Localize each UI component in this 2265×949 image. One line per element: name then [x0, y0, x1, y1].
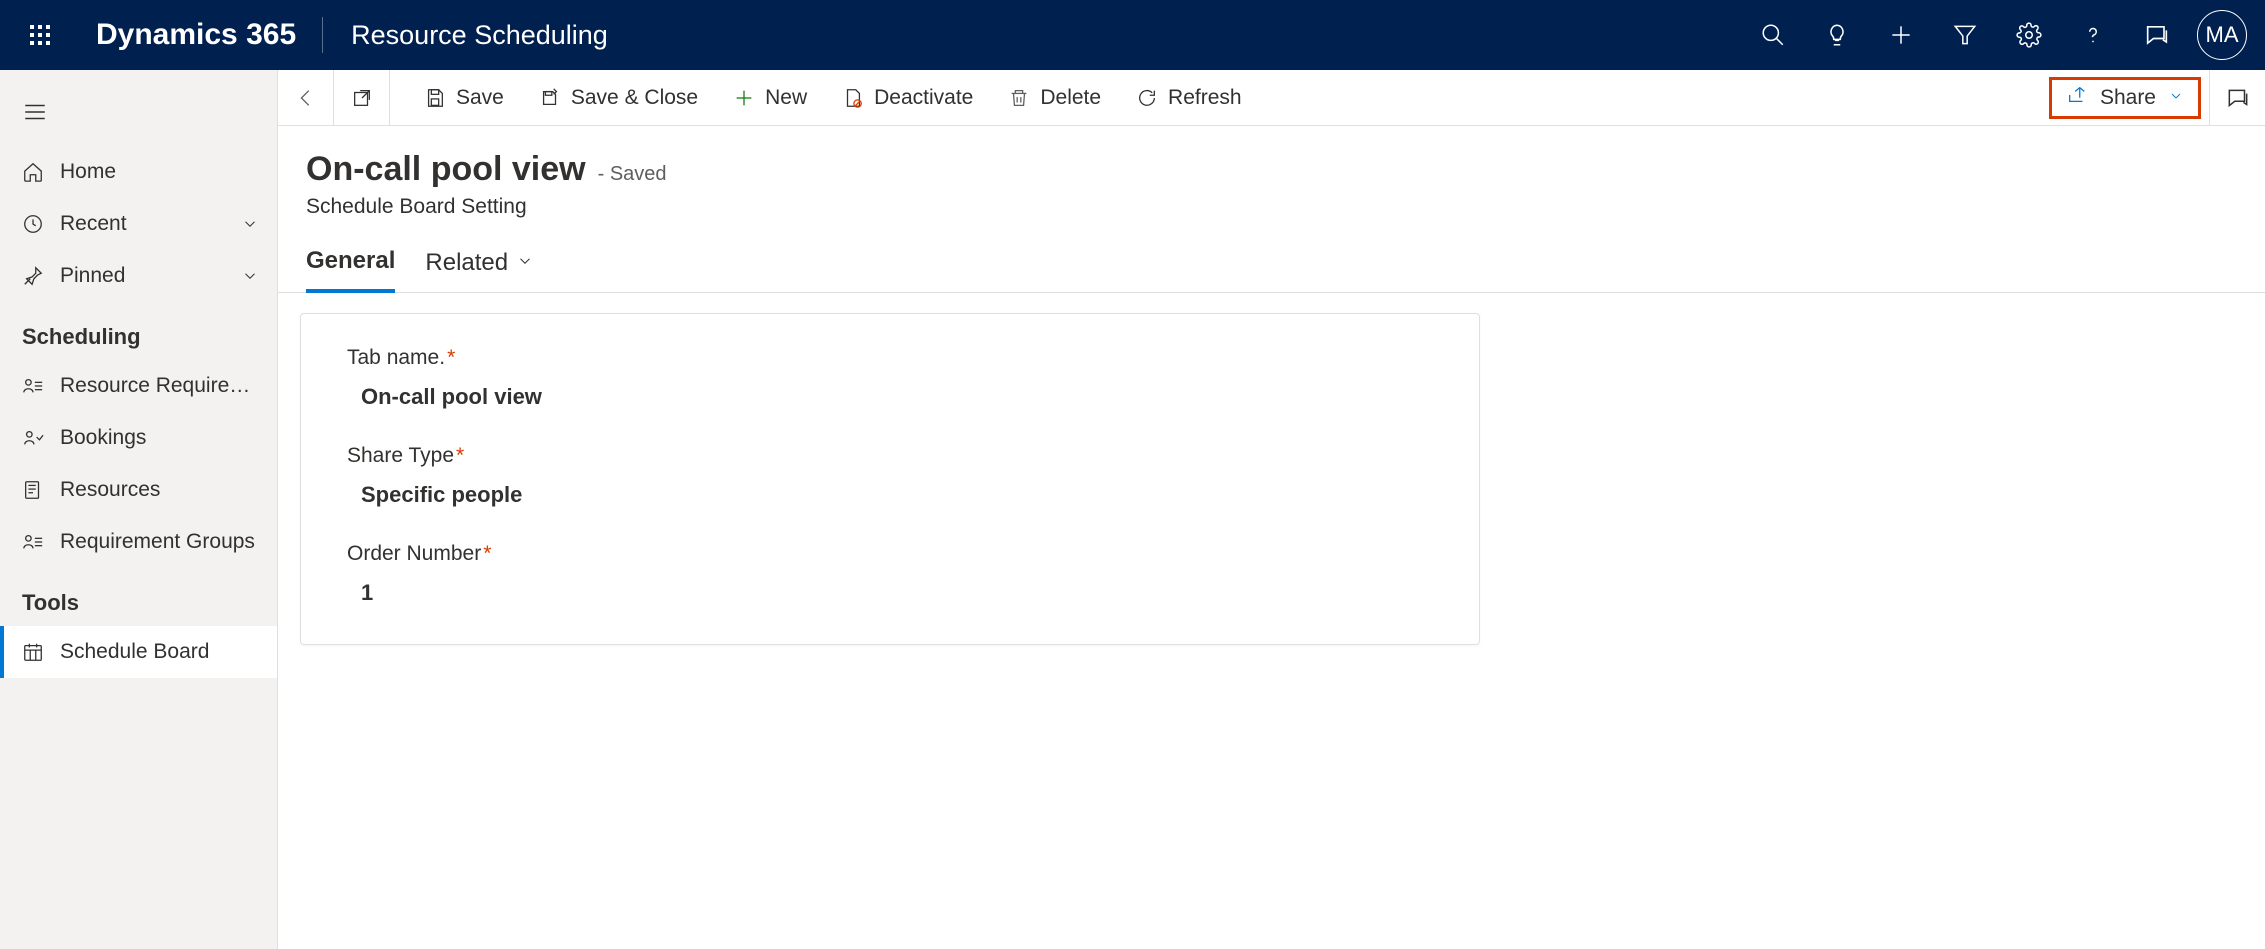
- clock-icon: [22, 213, 60, 235]
- page-title: On-call pool view: [306, 150, 586, 189]
- required-marker: *: [456, 444, 464, 467]
- more-button[interactable]: [1261, 70, 1296, 126]
- field-label: Order Number: [347, 542, 481, 565]
- avatar[interactable]: MA: [2197, 10, 2247, 60]
- nav-resources[interactable]: Resources: [0, 464, 277, 516]
- lightbulb-icon[interactable]: [1805, 0, 1869, 70]
- required-marker: *: [447, 346, 455, 369]
- cmd-label: Delete: [1040, 86, 1101, 110]
- tab-general[interactable]: General: [306, 247, 395, 293]
- filter-icon[interactable]: [1933, 0, 1997, 70]
- assistant-icon[interactable]: [2209, 70, 2265, 126]
- entity-name: Schedule Board Setting: [306, 195, 2265, 219]
- field-share-type[interactable]: Share Type* Specific people: [347, 444, 1433, 508]
- nav-label: Requirement Groups: [60, 530, 259, 554]
- topbar-divider: [322, 17, 323, 53]
- back-button[interactable]: [278, 70, 334, 126]
- field-order-number[interactable]: Order Number* 1: [347, 542, 1433, 606]
- nav-label: Resources: [60, 478, 259, 502]
- nav-home[interactable]: Home: [0, 146, 277, 198]
- person-list-icon: [22, 375, 60, 397]
- command-bar: Save Save & Close New: [278, 70, 2265, 126]
- deactivate-icon: [842, 87, 864, 109]
- nav-schedule-board[interactable]: Schedule Board: [0, 626, 277, 678]
- sidebar: Home Recent Pinned Sched: [0, 70, 278, 949]
- calendar-board-icon: [22, 641, 60, 663]
- tab-related[interactable]: Related: [425, 247, 534, 292]
- cmd-label: New: [765, 86, 807, 110]
- cmd-label: Share: [2100, 86, 2156, 110]
- cmd-label: Save: [456, 86, 504, 110]
- save-close-icon: [539, 87, 561, 109]
- cmd-label: Refresh: [1168, 86, 1242, 110]
- waffle-icon[interactable]: [18, 23, 62, 47]
- chevron-down-icon: [2168, 86, 2184, 110]
- search-icon[interactable]: [1741, 0, 1805, 70]
- field-label: Tab name.: [347, 346, 445, 369]
- form-card: Tab name.* On-call pool view Share Type*…: [300, 313, 1480, 645]
- pin-icon: [22, 265, 60, 287]
- resources-icon: [22, 479, 60, 501]
- nav-label: Schedule Board: [60, 640, 259, 664]
- chat-icon[interactable]: [2125, 0, 2189, 70]
- chevron-down-icon: [235, 267, 259, 285]
- help-icon[interactable]: [2061, 0, 2125, 70]
- form-tabs: General Related: [278, 219, 2265, 293]
- app-name[interactable]: Resource Scheduling: [351, 20, 608, 51]
- home-icon: [22, 161, 60, 183]
- cmd-label: Deactivate: [874, 86, 973, 110]
- popout-button[interactable]: [334, 70, 390, 126]
- refresh-button[interactable]: Refresh: [1120, 70, 1261, 126]
- deactivate-button[interactable]: Deactivate: [826, 70, 992, 126]
- nav-label: Pinned: [60, 264, 235, 288]
- plus-icon[interactable]: [1869, 0, 1933, 70]
- tab-label: General: [306, 247, 395, 275]
- share-button[interactable]: Share: [2049, 77, 2201, 119]
- nav-label: Home: [60, 160, 259, 184]
- nav-label: Resource Requireme…: [60, 374, 259, 398]
- trash-icon: [1008, 87, 1030, 109]
- plus-icon: [733, 87, 755, 109]
- gear-icon[interactable]: [1997, 0, 2061, 70]
- hamburger-icon[interactable]: [0, 90, 277, 134]
- chevron-down-icon: [516, 249, 534, 277]
- save-icon: [424, 87, 446, 109]
- field-value[interactable]: On-call pool view: [347, 384, 1433, 410]
- new-button[interactable]: New: [717, 70, 826, 126]
- form-scroll-area[interactable]: Tab name.* On-call pool view Share Type*…: [278, 293, 2265, 949]
- required-marker: *: [483, 542, 491, 565]
- nav-resource-requirements[interactable]: Resource Requireme…: [0, 360, 277, 412]
- save-button[interactable]: Save: [408, 70, 523, 126]
- field-value[interactable]: Specific people: [347, 482, 1433, 508]
- nav-recent[interactable]: Recent: [0, 198, 277, 250]
- tab-label: Related: [425, 249, 508, 277]
- global-top-bar: Dynamics 365 Resource Scheduling MA: [0, 0, 2265, 70]
- delete-button[interactable]: Delete: [992, 70, 1120, 126]
- brand-name[interactable]: Dynamics 365: [96, 18, 296, 52]
- section-tools: Tools: [0, 568, 277, 626]
- page-header: On-call pool view - Saved Schedule Board…: [278, 126, 2265, 219]
- field-tab-name[interactable]: Tab name.* On-call pool view: [347, 346, 1433, 410]
- save-close-button[interactable]: Save & Close: [523, 70, 717, 126]
- save-status: - Saved: [598, 163, 667, 186]
- cmd-label: Save & Close: [571, 86, 698, 110]
- section-scheduling: Scheduling: [0, 302, 277, 360]
- share-icon: [2066, 84, 2088, 112]
- refresh-icon: [1136, 87, 1158, 109]
- field-value[interactable]: 1: [347, 580, 1433, 606]
- nav-label: Bookings: [60, 426, 259, 450]
- main-area: Save Save & Close New: [278, 70, 2265, 949]
- nav-bookings[interactable]: Bookings: [0, 412, 277, 464]
- nav-requirement-groups[interactable]: Requirement Groups: [0, 516, 277, 568]
- chevron-down-icon: [235, 215, 259, 233]
- group-list-icon: [22, 531, 60, 553]
- avatar-initials: MA: [2206, 22, 2239, 48]
- bookings-icon: [22, 427, 60, 449]
- active-nav-marker: [0, 626, 4, 678]
- field-label: Share Type: [347, 444, 454, 467]
- nav-pinned[interactable]: Pinned: [0, 250, 277, 302]
- nav-label: Recent: [60, 212, 235, 236]
